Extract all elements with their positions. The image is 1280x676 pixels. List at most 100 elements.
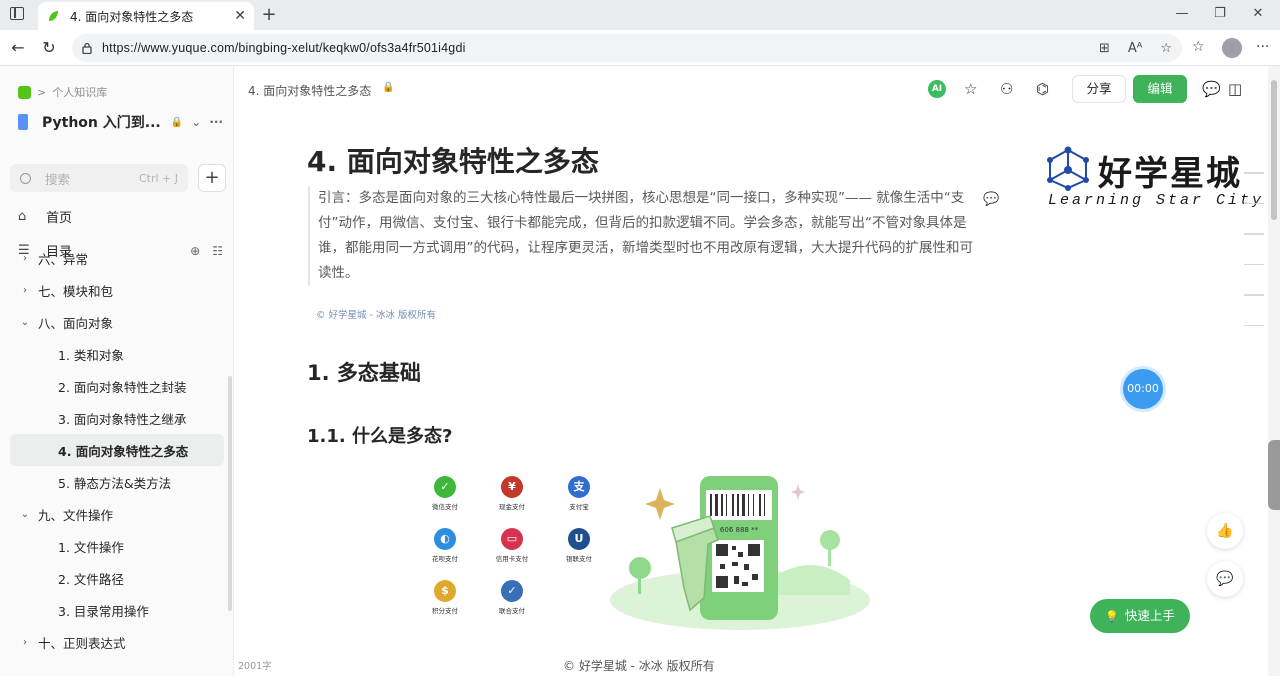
toc-item-label: 七、模块和包 [38,283,114,299]
restore-button[interactable]: ❐ [1210,6,1230,21]
payment-icon: U [568,528,590,550]
phone-qr-illustration: 606 888 ** [610,476,870,630]
url-text[interactable]: https://www.yuque.com/bingbing-xelut/keq… [102,41,1081,55]
payment-icon: ¥ [501,476,523,498]
quote-copyright: © 好学星城 - 冰冰 版权所有 [316,310,437,321]
toc-item-label: 4. 面向对象特性之多态 [58,443,189,459]
payment-label: 积分支付 [432,607,458,615]
favorite-star-icon[interactable]: ☆ [1160,41,1172,56]
toc-item[interactable]: ⌄ 八、面向对象 [10,306,224,338]
payment-icon: ✓ [434,476,456,498]
browser-toolbar: ← ↻ https://www.yuque.com/bingbing-xelut… [0,30,1280,66]
book-header[interactable]: Python 入门到... 🔒 ⌄ ··· [18,112,223,132]
tab-close-icon[interactable]: ✕ [234,8,246,24]
quick-start-button[interactable]: 💡 快速上手 [1090,599,1190,633]
minimize-button[interactable]: — [1172,6,1192,21]
toc-item-label: 六、异常 [38,251,89,267]
toc-item[interactable]: › 十、正则表达式 [10,626,224,658]
toc-item[interactable]: 3. 目录常用操作 [10,594,224,626]
payment-label: 花呗支付 [432,555,458,563]
payment-label: 银联支付 [566,555,592,563]
lock-icon: 🔒 [170,116,184,128]
book-title[interactable]: Python 入门到... [42,112,163,132]
payment-label: 现金支付 [499,503,525,511]
paragraph-comment-icon[interactable]: 💬 [983,192,999,207]
toc-item[interactable]: › 七、模块和包 [10,274,224,306]
breadcrumb-label: 个人知识库 [52,86,108,99]
toc-item[interactable]: 1. 文件操作 [10,530,224,562]
profile-avatar[interactable] [1222,38,1242,58]
chevron-down-icon[interactable]: ⌄ [191,115,201,129]
more-icon[interactable]: ··· [209,115,223,129]
home-label: 首页 [46,211,73,226]
toc-item[interactable]: 2. 文件路径 [10,562,224,594]
chevron-down-icon[interactable]: ⌄ [18,509,32,520]
payment-label: 信用卡支付 [495,555,529,563]
chevron-down-icon[interactable]: ⌄ [18,317,32,328]
tab-actions-icon[interactable] [10,7,24,20]
sidebar-scrollbar[interactable] [228,376,232,611]
edit-button[interactable]: 编辑 [1133,75,1187,103]
sidebar-item-home[interactable]: ⌂ 首页 [18,207,223,226]
side-panel-handle[interactable] [1268,440,1280,510]
toc-item-label: 3. 目录常用操作 [58,603,149,619]
reload-icon[interactable]: ↻ [38,37,60,59]
sidebar-breadcrumb[interactable]: > 个人知识库 [18,84,107,100]
new-tab-button[interactable]: + [258,4,280,25]
share-button[interactable]: 分享 [1072,75,1126,103]
scrollbar-thumb[interactable] [1271,80,1277,220]
browser-tab-bar: 4. 面向对象特性之多态 ✕ + — ❐ ✕ [0,0,1280,30]
main-scrollbar[interactable] [1268,66,1280,676]
apps-icon[interactable]: ⊞ [1099,41,1110,56]
close-window-button[interactable]: ✕ [1248,6,1268,21]
payment-icon: ▭ [501,528,523,550]
payment-method: ◐ 花呗支付 [420,528,470,563]
panel-toggle-icon[interactable]: ◫ [1228,80,1242,98]
payment-method: ¥ 现金支付 [487,476,537,511]
favorites-icon[interactable]: ☆ [1192,39,1205,55]
search-input[interactable]: 搜索 Ctrl + J [10,164,188,192]
outline-minimap[interactable] [1244,172,1264,355]
payment-method: U 银联支付 [554,528,604,563]
barcode-number: 606 888 ** [720,526,759,534]
add-user-icon[interactable]: ⚇ [1000,80,1013,98]
more-menu-icon[interactable]: ··· [1256,39,1269,55]
toc-item-label: 3. 面向对象特性之继承 [58,411,187,427]
brand-name: 好学星城 [1098,154,1242,194]
ai-button[interactable]: AI [928,80,946,98]
toc-item[interactable]: 3. 面向对象特性之继承 [10,402,224,434]
star-icon[interactable]: ☆ [964,80,977,98]
payment-icon: 支 [568,476,590,498]
payment-label: 微信支付 [432,503,458,511]
document-breadcrumb[interactable]: 4. 面向对象特性之多态 [248,82,371,99]
chevron-right-icon[interactable]: › [18,285,32,296]
address-bar[interactable]: https://www.yuque.com/bingbing-xelut/keq… [72,34,1182,62]
lock-icon [82,42,92,54]
toc-item[interactable]: 2. 面向对象特性之封装 [10,370,224,402]
read-aloud-icon[interactable]: Aᴬ [1128,41,1143,56]
toc-item-label: 1. 文件操作 [58,539,124,555]
heading-what-is-polymorphism: 1.1. 什么是多态? [307,426,453,447]
tab-current[interactable]: 4. 面向对象特性之多态 ✕ [38,2,254,30]
word-count: 2001字 [238,661,272,672]
toc-item[interactable]: 4. 面向对象特性之多态 [10,434,224,466]
search-icon [20,172,31,184]
comments-button[interactable]: 💬 [1207,561,1243,597]
toc-item[interactable]: ⌄ 九、文件操作 [10,498,224,530]
present-icon[interactable]: ⌬ [1036,80,1049,98]
book-icon [18,114,28,130]
toc-item[interactable]: › 六、异常 [10,242,224,274]
toc-item[interactable]: 1. 类和对象 [10,338,224,370]
chevron-right-icon[interactable]: › [18,253,32,264]
quick-start-label: 快速上手 [1124,608,1175,623]
comment-icon[interactable]: 💬 [1202,80,1221,98]
lightbulb-icon: 💡 [1105,610,1119,623]
like-button[interactable]: 👍 [1207,513,1243,549]
timer-widget[interactable]: 00:00 [1123,369,1163,409]
add-button[interactable]: + [198,164,226,192]
chevron-right-icon[interactable]: › [18,637,32,648]
back-arrow-icon[interactable]: ← [7,37,29,59]
toc-item[interactable]: 5. 静态方法&类方法 [10,466,224,498]
payment-icon: $ [434,580,456,602]
lock-icon: 🔒 [382,82,395,93]
